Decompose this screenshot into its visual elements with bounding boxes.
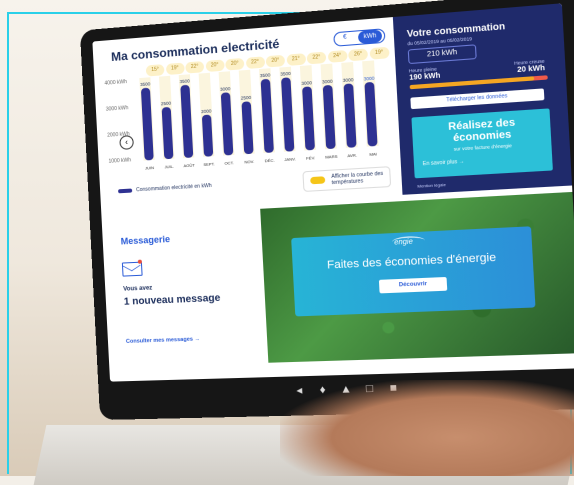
savings-promo-card[interactable]: Réalisez des économies sur votre facture… [411, 108, 553, 179]
legend-swatch [118, 188, 133, 194]
bar-value-label: 3500 [179, 79, 190, 85]
forest-banner: engie Faites des économies d'énergie Déc… [260, 191, 574, 363]
temperature-toggle-label: Afficher la courbe des températures [331, 170, 384, 187]
engie-promo-title: Faites des économies d'énergie [326, 251, 497, 272]
bar-value-label: 2500 [241, 95, 252, 101]
x-tick-label: JANV. [284, 156, 296, 162]
x-tick-label: AVR. [347, 152, 357, 158]
view-messages-link[interactable]: Consulter mes messages → [126, 336, 201, 345]
x-tick-label: JUIL. [164, 164, 174, 170]
peak-hours-value: 190 kWh [409, 72, 441, 82]
engie-promo-card: engie Faites des économies d'énergie Déc… [291, 226, 536, 317]
messaging-panel: Messagerie Vous avez 1 nouveau message C… [101, 213, 258, 362]
laptop: Ma consommation electricité € kWh 15° 19°… [79, 0, 574, 421]
consumption-chart-panel: Ma consommation electricité € kWh 15° 19°… [92, 17, 403, 212]
consumption-total: 210 kWh [407, 44, 477, 65]
bar-value-label: 3500 [260, 73, 271, 79]
download-data-button[interactable]: Télécharger les données [410, 88, 545, 110]
bar[interactable] [180, 84, 194, 159]
legal-mention-link[interactable]: Mention légale [417, 182, 446, 189]
bar[interactable] [140, 87, 154, 161]
x-tick-label: NOV. [244, 159, 254, 165]
bar-value-label: 2500 [161, 101, 172, 107]
bar[interactable] [260, 78, 274, 154]
envelope-icon [121, 261, 143, 277]
typing-hands [280, 380, 574, 476]
bar-value-label: 2000 [201, 108, 212, 114]
bar[interactable] [280, 77, 295, 152]
x-tick-label: DÉC. [265, 158, 275, 164]
bar-value-label: 3000 [301, 80, 312, 86]
bar-value-label: 3000 [343, 77, 355, 83]
x-tick-label: AOÛT [183, 162, 195, 168]
engie-logo: engie [394, 238, 414, 247]
x-tick-label: JUIN [145, 165, 154, 171]
bar-value-label: 3500 [140, 82, 151, 88]
learn-more-link[interactable]: En savoir plus → [423, 159, 465, 168]
x-tick-label: SEPT. [203, 161, 215, 167]
new-message-count: 1 nouveau message [123, 292, 221, 308]
messaging-title: Messagerie [120, 233, 171, 247]
bar-value-label: 3500 [280, 71, 291, 77]
bar-value-label: 3000 [364, 76, 376, 82]
bar-value-label: 3000 [220, 86, 231, 92]
consumption-summary-panel: Votre consommation du 05/02/2019 au 05/0… [392, 3, 573, 195]
x-tick-label: MARS [325, 154, 338, 160]
toggle-switch[interactable] [310, 176, 326, 185]
x-tick-label: FÉV. [306, 155, 315, 161]
offpeak-hours-value: 20 kWh [517, 64, 546, 75]
messages-intro: Vous avez [123, 285, 153, 293]
discover-button[interactable]: Découvrir [378, 276, 448, 294]
bar-value-label: 3000 [322, 79, 333, 85]
laptop-screen: Ma consommation electricité € kWh 15° 19°… [92, 3, 574, 382]
x-tick-label: MAI [369, 151, 377, 157]
x-tick-label: OCT. [224, 160, 234, 166]
